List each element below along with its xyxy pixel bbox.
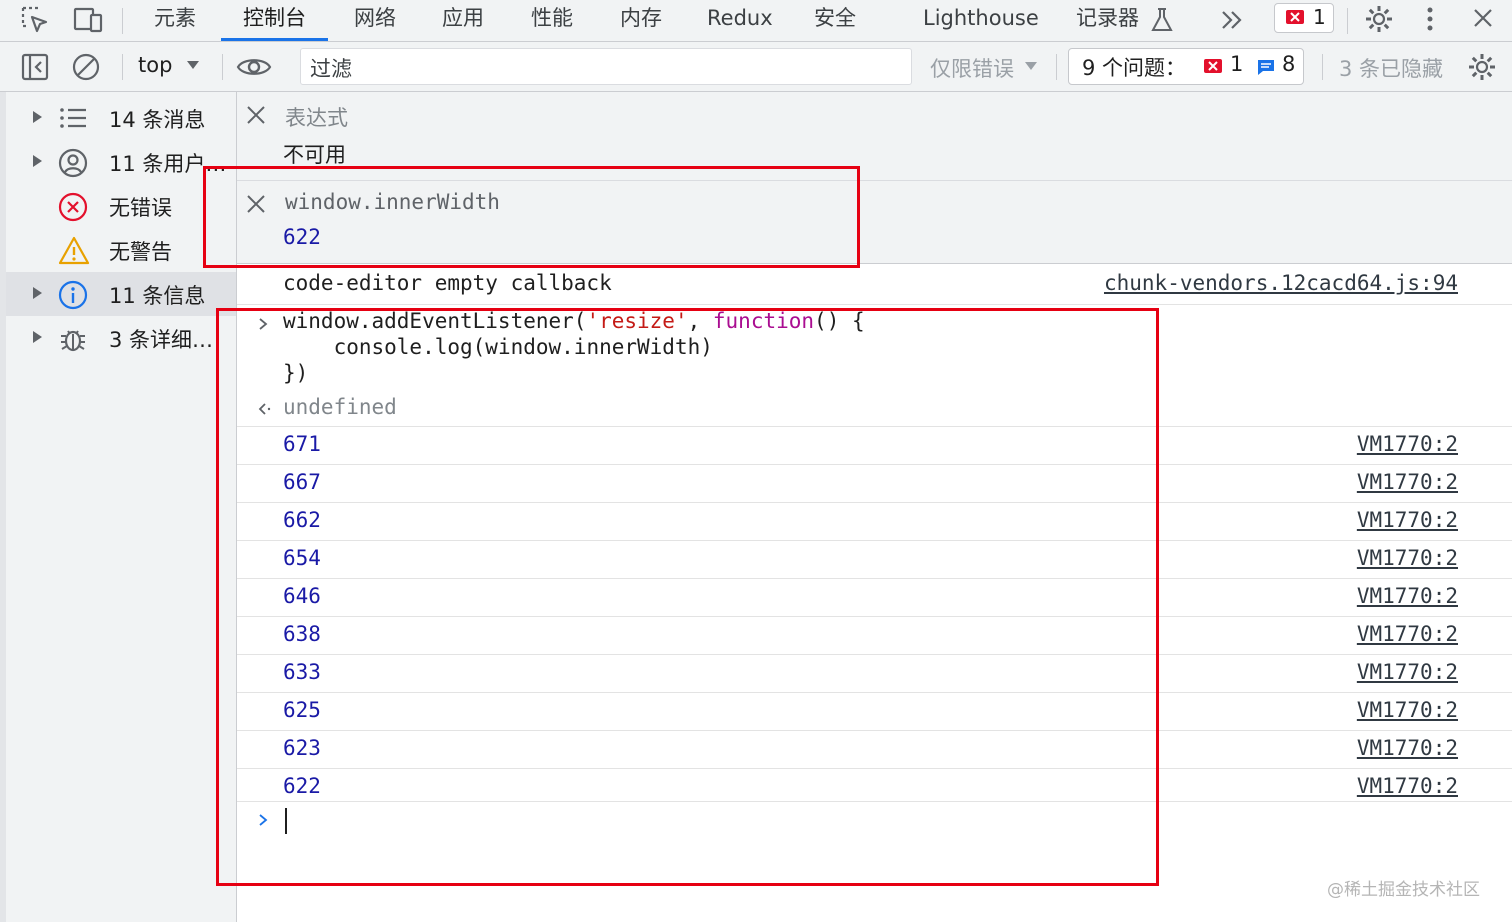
tab-elements[interactable]: 元素 bbox=[154, 0, 196, 41]
log-source-link[interactable]: chunk-vendors.12cacd64.js:94 bbox=[1104, 271, 1458, 295]
log-message: code-editor empty callback bbox=[283, 271, 612, 295]
hidden-count: 3 条已隐藏 bbox=[1339, 57, 1444, 81]
sidebar-item-label: 无警告 bbox=[109, 240, 172, 264]
log-source-link[interactable]: VM1770:2 bbox=[1357, 698, 1458, 722]
context-label: top bbox=[138, 53, 173, 77]
highlight-box-live-expression bbox=[203, 166, 860, 268]
console-sidebar: 14 条消息 11 条用户… 无错误 无警告 11 条信息 3 条详细… bbox=[0, 92, 237, 922]
issue-info-icon bbox=[1256, 58, 1276, 76]
console-settings-gear-icon[interactable] bbox=[1467, 52, 1497, 82]
inspect-element-icon[interactable] bbox=[20, 5, 50, 35]
tab-recorder[interactable]: 记录器 bbox=[1076, 0, 1139, 41]
more-options-icon[interactable] bbox=[1420, 4, 1440, 34]
devtools-tab-bar: 元素 控制台 网络 应用 性能 内存 Redux 安全 Lighthouse 记… bbox=[0, 0, 1512, 42]
issues-error-count: 1 bbox=[1230, 52, 1244, 76]
log-source-link[interactable]: VM1770:2 bbox=[1357, 774, 1458, 798]
log-source-link[interactable]: VM1770:2 bbox=[1357, 660, 1458, 684]
log-source-link[interactable]: VM1770:2 bbox=[1357, 622, 1458, 646]
info-icon bbox=[58, 280, 88, 310]
tab-console[interactable]: 控制台 bbox=[221, 0, 328, 41]
filter-input[interactable]: 过滤 bbox=[300, 48, 912, 85]
tab-redux[interactable]: Redux bbox=[707, 0, 773, 41]
error-icon bbox=[58, 192, 88, 222]
tab-security[interactable]: 安全 bbox=[814, 0, 856, 41]
more-tabs-icon[interactable] bbox=[1218, 7, 1246, 33]
log-source-link[interactable]: VM1770:2 bbox=[1357, 546, 1458, 570]
issues-label: 9 个问题： bbox=[1082, 56, 1187, 80]
issue-error-icon bbox=[1203, 58, 1223, 76]
log-level-dropdown[interactable]: 仅限错误 bbox=[928, 50, 1043, 82]
dropdown-arrow-icon bbox=[1024, 61, 1038, 71]
sidebar-toggle-icon[interactable] bbox=[20, 52, 50, 82]
dropdown-arrow-icon bbox=[186, 60, 200, 70]
tab-application[interactable]: 应用 bbox=[442, 0, 484, 41]
expression-input[interactable]: 表达式 bbox=[285, 102, 348, 132]
tab-performance[interactable]: 性能 bbox=[531, 0, 573, 41]
issues-info-count: 8 bbox=[1282, 52, 1296, 76]
sidebar-item-messages[interactable]: 14 条消息 bbox=[6, 96, 236, 140]
console-toolbar: top 过滤 仅限错误 9 个问题： 1 8 3 条已隐藏 bbox=[0, 42, 1512, 92]
user-icon bbox=[58, 148, 88, 178]
bug-icon bbox=[58, 324, 88, 354]
settings-gear-icon[interactable] bbox=[1364, 4, 1394, 34]
context-selector[interactable]: top bbox=[136, 50, 206, 82]
tab-lighthouse[interactable]: Lighthouse bbox=[923, 0, 1039, 41]
remove-expression-icon[interactable] bbox=[245, 104, 267, 126]
sidebar-item-errors[interactable]: 无错误 bbox=[6, 184, 236, 228]
warning-icon bbox=[58, 236, 90, 266]
live-expression-eye-icon[interactable] bbox=[236, 54, 272, 80]
sidebar-item-info[interactable]: 11 条信息 bbox=[6, 272, 236, 316]
log-source-link[interactable]: VM1770:2 bbox=[1357, 736, 1458, 760]
sidebar-item-verbose[interactable]: 3 条详细… bbox=[6, 316, 236, 360]
device-toolbar-icon[interactable] bbox=[72, 5, 104, 35]
sidebar-item-warnings[interactable]: 无警告 bbox=[6, 228, 236, 272]
clear-console-icon[interactable] bbox=[71, 52, 101, 82]
issues-button[interactable]: 9 个问题： 1 8 bbox=[1068, 48, 1304, 85]
filter-placeholder: 过滤 bbox=[310, 57, 352, 81]
log-source-link[interactable]: VM1770:2 bbox=[1357, 584, 1458, 608]
tab-network[interactable]: 网络 bbox=[354, 0, 396, 41]
log-source-link[interactable]: VM1770:2 bbox=[1357, 470, 1458, 494]
expand-arrow-icon[interactable] bbox=[31, 330, 43, 344]
watermark: @稀土掘金技术社区 bbox=[1327, 880, 1480, 900]
expand-arrow-icon[interactable] bbox=[31, 110, 43, 124]
sidebar-item-label: 11 条信息 bbox=[109, 284, 206, 308]
log-source-link[interactable]: VM1770:2 bbox=[1357, 508, 1458, 532]
expression-value: 不可用 bbox=[283, 143, 346, 167]
close-devtools-icon[interactable] bbox=[1470, 5, 1496, 31]
error-count: 1 bbox=[1313, 5, 1326, 29]
tab-memory[interactable]: 内存 bbox=[620, 0, 662, 41]
sidebar-item-user-messages[interactable]: 11 条用户… bbox=[6, 140, 236, 184]
highlight-box-output bbox=[216, 308, 1159, 886]
log-source-link[interactable]: VM1770:2 bbox=[1357, 432, 1458, 456]
sidebar-item-label: 3 条详细… bbox=[109, 328, 214, 352]
sidebar-item-label: 无错误 bbox=[109, 196, 172, 220]
expand-arrow-icon[interactable] bbox=[31, 286, 43, 300]
expand-arrow-icon[interactable] bbox=[31, 154, 43, 168]
error-counter-button[interactable]: 1 bbox=[1274, 3, 1334, 33]
flask-icon bbox=[1150, 7, 1174, 33]
log-level-label: 仅限错误 bbox=[930, 57, 1014, 81]
list-icon bbox=[58, 104, 88, 132]
sidebar-item-label: 14 条消息 bbox=[109, 108, 206, 132]
error-badge-icon bbox=[1285, 9, 1305, 27]
